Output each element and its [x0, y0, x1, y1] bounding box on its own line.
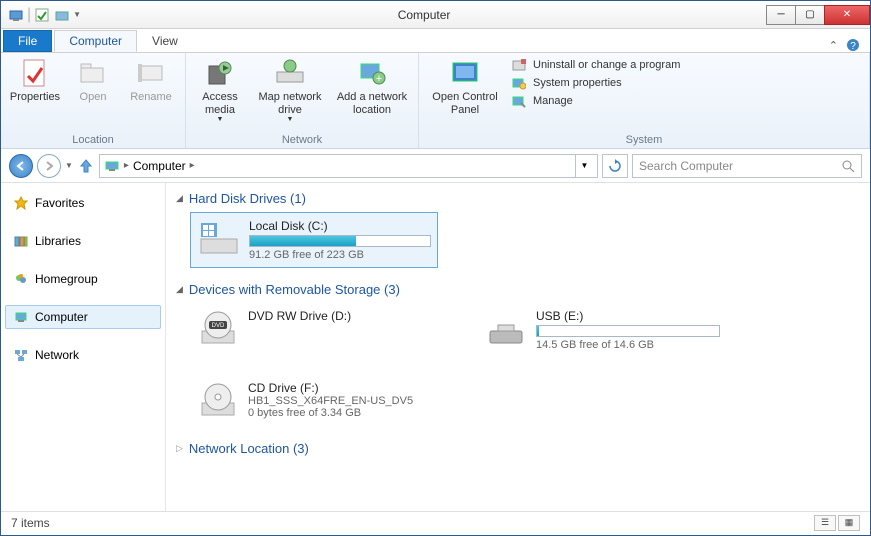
uninstall-icon	[511, 57, 527, 73]
svg-text:DVD: DVD	[212, 323, 225, 329]
help-icon[interactable]: ?	[846, 38, 860, 52]
collapse-icon: ◢	[176, 284, 183, 295]
nav-homegroup[interactable]: Homegroup	[5, 267, 161, 291]
app-icon	[7, 6, 25, 24]
close-button[interactable]: ✕	[824, 5, 870, 25]
group-hdd[interactable]: ◢ Hard Disk Drives (1)	[176, 191, 860, 206]
maximize-button[interactable]: ▢	[795, 5, 825, 25]
breadcrumb-computer[interactable]: Computer	[133, 159, 186, 173]
add-network-location-button[interactable]: + Add a network location	[332, 55, 412, 118]
network-icon	[13, 347, 29, 363]
cd-icon	[196, 381, 240, 421]
collapse-icon: ◢	[176, 193, 183, 204]
expand-icon: ▷	[176, 443, 183, 454]
properties-qat-icon[interactable]	[33, 6, 51, 24]
back-button[interactable]	[9, 154, 33, 178]
open-control-panel-button[interactable]: Open Control Panel	[425, 55, 505, 118]
drive-usb-e[interactable]: USB (E:) 14.5 GB free of 14.6 GB	[478, 303, 726, 357]
status-bar: 7 items ☰ ▦	[1, 511, 870, 533]
nav-libraries[interactable]: Libraries	[5, 229, 161, 253]
forward-button[interactable]	[37, 154, 61, 178]
new-folder-qat-icon[interactable]	[53, 6, 71, 24]
address-dropdown[interactable]: ▼	[575, 155, 593, 177]
properties-icon	[19, 57, 51, 89]
search-placeholder: Search Computer	[639, 159, 841, 173]
manage-icon	[511, 93, 527, 109]
system-properties-button[interactable]: System properties	[511, 75, 680, 91]
navigation-pane: Favorites Libraries Homegroup Computer N…	[1, 183, 166, 511]
address-chevron-icon[interactable]: ▸	[124, 160, 129, 171]
ribbon-tabs: File Computer View ⌃ ?	[1, 29, 870, 53]
nav-network[interactable]: Network	[5, 343, 161, 367]
svg-text:+: +	[376, 73, 382, 85]
content-pane: ◢ Hard Disk Drives (1) Local Disk (C:) 9…	[166, 183, 870, 511]
control-panel-icon	[449, 57, 481, 89]
group-location-label: Location	[7, 133, 179, 148]
star-icon	[13, 195, 29, 211]
search-input[interactable]: Search Computer	[632, 154, 862, 178]
group-removable[interactable]: ◢ Devices with Removable Storage (3)	[176, 282, 860, 297]
add-location-icon: +	[356, 57, 388, 89]
file-menu[interactable]: File	[3, 30, 52, 52]
access-media-icon	[204, 57, 236, 89]
uninstall-button[interactable]: Uninstall or change a program	[511, 57, 680, 73]
refresh-button[interactable]	[602, 154, 628, 178]
hdd-icon	[197, 219, 241, 259]
group-network-location[interactable]: ▷ Network Location (3)	[176, 441, 860, 456]
rename-button[interactable]: Rename	[123, 55, 179, 106]
tiles-view-button[interactable]: ▦	[838, 515, 860, 531]
dvd-icon: DVD	[196, 309, 240, 349]
window-title: Computer	[81, 8, 767, 22]
access-media-button[interactable]: Access media ▼	[192, 55, 248, 126]
computer-icon	[13, 309, 29, 325]
libraries-icon	[13, 233, 29, 249]
properties-button[interactable]: Properties	[7, 55, 63, 106]
ribbon: Properties Open Rename Location Access m…	[1, 53, 870, 149]
svg-text:?: ?	[850, 41, 856, 52]
rename-icon	[135, 57, 167, 89]
group-system-label: System	[425, 133, 863, 148]
qat-dropdown-icon[interactable]: ▼	[73, 10, 81, 19]
address-bar[interactable]: ▸ Computer ▸ ▼	[99, 154, 598, 178]
dropdown-icon: ▼	[217, 116, 224, 124]
history-dropdown-icon[interactable]: ▼	[65, 161, 73, 170]
minimize-button[interactable]: ─	[766, 5, 796, 25]
open-icon	[77, 57, 109, 89]
open-button[interactable]: Open	[65, 55, 121, 106]
drive-cd-f[interactable]: CD Drive (F:) HB1_SSS_X64FRE_EN-US_DV5 0…	[190, 375, 438, 427]
up-button[interactable]	[77, 157, 95, 175]
collapse-ribbon-icon[interactable]: ⌃	[829, 39, 838, 52]
address-computer-icon	[104, 158, 120, 174]
nav-favorites[interactable]: Favorites	[5, 191, 161, 215]
status-items: 7 items	[11, 516, 50, 530]
map-drive-button[interactable]: Map network drive ▼	[250, 55, 330, 126]
group-network-label: Network	[192, 133, 412, 148]
homegroup-icon	[13, 271, 29, 287]
titlebar: | ▼ Computer ─ ▢ ✕	[1, 1, 870, 29]
qat-divider: |	[27, 6, 31, 24]
navbar: ▼ ▸ Computer ▸ ▼ Search Computer	[1, 149, 870, 183]
nav-computer[interactable]: Computer	[5, 305, 161, 329]
system-props-icon	[511, 75, 527, 91]
manage-button[interactable]: Manage	[511, 93, 680, 109]
drive-local-c[interactable]: Local Disk (C:) 91.2 GB free of 223 GB	[190, 212, 438, 268]
dropdown-icon: ▼	[287, 116, 294, 124]
address-chevron-icon[interactable]: ▸	[190, 160, 195, 171]
capacity-bar	[536, 325, 720, 337]
capacity-bar	[249, 235, 431, 247]
search-icon	[841, 159, 855, 173]
tab-view[interactable]: View	[137, 30, 193, 52]
drive-dvd-d[interactable]: DVD DVD RW Drive (D:)	[190, 303, 438, 357]
tab-computer[interactable]: Computer	[54, 30, 137, 52]
map-drive-icon	[274, 57, 306, 89]
usb-icon	[484, 309, 528, 349]
details-view-button[interactable]: ☰	[814, 515, 836, 531]
